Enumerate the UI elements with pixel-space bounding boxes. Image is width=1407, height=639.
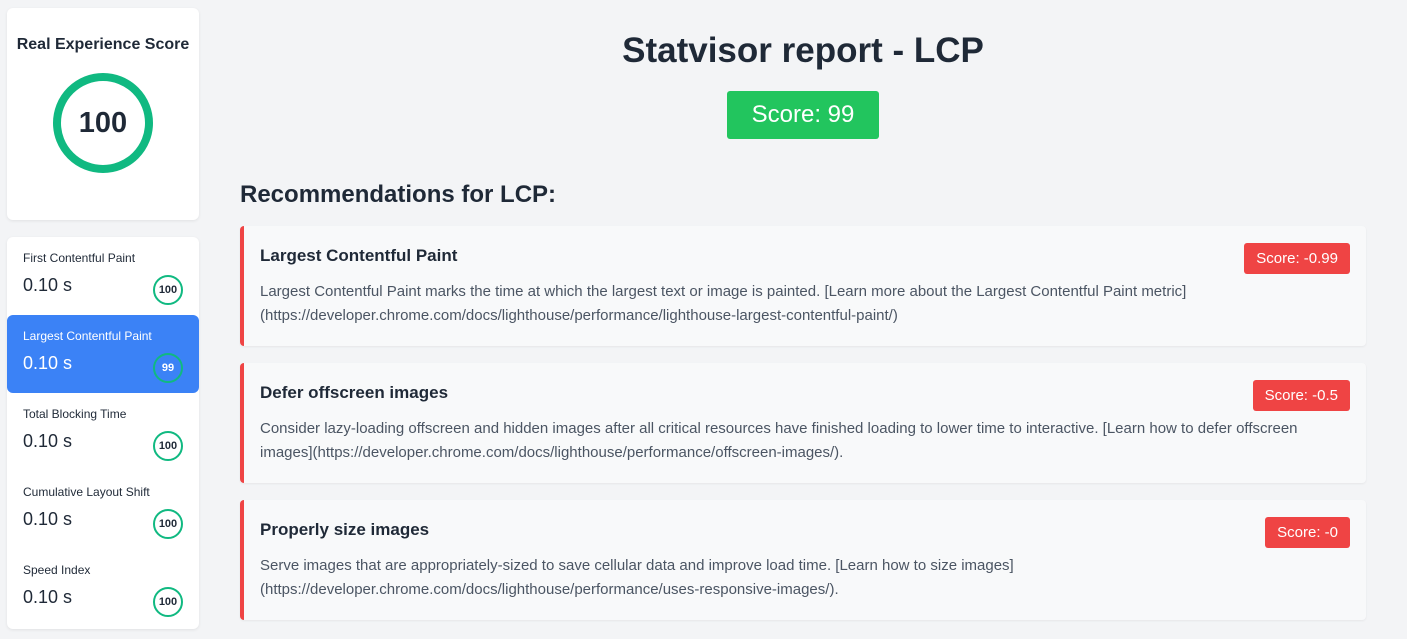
metric-cumulative-layout-shift[interactable]: Cumulative Layout Shift 0.10 s 100 (7, 471, 199, 549)
report-main: Statvisor report - LCP Score: 99 Recomme… (240, 0, 1366, 620)
recommendation-title: Defer offscreen images (260, 383, 449, 402)
page-title: Statvisor report - LCP (622, 31, 984, 70)
metric-first-contentful-paint[interactable]: First Contentful Paint 0.10 s 100 (7, 237, 199, 315)
recommendation-description: Consider lazy-loading offscreen and hidd… (260, 420, 1298, 461)
score-ring: 100 (53, 73, 153, 173)
metric-name: Speed Index (23, 563, 91, 577)
metric-largest-contentful-paint[interactable]: Largest Contentful Paint 0.10 s 99 (7, 315, 199, 393)
recommendation-score-badge: Score: -0.99 (1244, 243, 1350, 274)
recommendation-card: Properly size images Score: -0 Serve ima… (240, 500, 1366, 620)
sidebar: Real Experience Score 100 First Contentf… (7, 8, 199, 629)
recommendation-card: Defer offscreen images Score: -0.5 Consi… (240, 363, 1366, 483)
score-card-title: Real Experience Score (16, 36, 190, 53)
recommendations-heading: Recommendations for LCP: (240, 181, 557, 208)
metric-name: First Contentful Paint (23, 251, 136, 265)
real-experience-score-card: Real Experience Score 100 (7, 8, 199, 220)
metric-total-blocking-time[interactable]: Total Blocking Time 0.10 s 100 (7, 393, 199, 471)
metric-score-badge: 100 (153, 509, 183, 539)
recommendation-title: Properly size images (260, 520, 430, 539)
metric-name: Total Blocking Time (23, 407, 127, 421)
recommendation-score-badge: Score: -0 (1265, 517, 1350, 548)
metric-name: Largest Contentful Paint (23, 329, 152, 343)
metric-name: Cumulative Layout Shift (23, 485, 150, 499)
recommendation-description: Largest Contentful Paint marks the time … (260, 283, 1187, 324)
recommendation-score-badge: Score: -0.5 (1252, 380, 1350, 411)
metric-score-badge: 99 (153, 353, 183, 383)
overall-score-badge: Score: 99 (726, 91, 880, 139)
metric-score-badge: 100 (153, 587, 183, 617)
metric-score-badge: 100 (153, 431, 183, 461)
recommendation-card: Largest Contentful Paint Score: -0.99 La… (240, 226, 1366, 346)
score-ring-value: 100 (78, 106, 128, 139)
metric-score-badge: 100 (153, 275, 183, 305)
metrics-list: First Contentful Paint 0.10 s 100 Larges… (7, 237, 199, 629)
metric-speed-index[interactable]: Speed Index 0.10 s 100 (7, 549, 199, 627)
recommendation-title: Largest Contentful Paint (260, 246, 458, 265)
recommendation-description: Serve images that are appropriately-size… (260, 557, 1014, 598)
